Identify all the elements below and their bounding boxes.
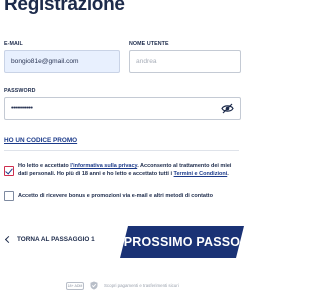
privacy-text-suffix: . [227,171,229,177]
privacy-consent-checkbox[interactable] [4,166,14,176]
marketing-consent-checkbox[interactable] [4,191,14,201]
password-value: ••••••••••• [11,105,33,112]
privacy-text-prefix: Ho letto e accettato [18,163,71,169]
promo-code-link[interactable]: HO UN CODICE PROMO [4,137,77,144]
privacy-policy-link[interactable]: l'informativa sulla privacy [70,163,137,169]
email-field[interactable]: bongio81e@gmail.com [4,50,120,73]
chevron-left-icon [4,235,13,244]
marketing-consent-text: Accetto di ricevere bonus e promozioni v… [18,193,213,199]
password-field[interactable]: ••••••••••• [4,97,241,120]
password-label: PASSWORD [4,88,36,94]
shield-icon [90,281,98,290]
back-to-step-1-link[interactable]: TORNA AL PASSAGGIO 1 [4,235,95,244]
security-text: Scopri pagamenti e trasferimenti sicuri [104,283,179,288]
age-badge: 18+ ADM [66,281,84,290]
back-label: TORNA AL PASSAGGIO 1 [17,236,95,243]
username-field[interactable]: andrea [129,50,241,73]
page-title: Registrazione [4,0,125,15]
eye-slash-icon[interactable] [221,103,234,114]
next-step-button[interactable]: PROSSIMO PASSO [120,226,244,258]
username-label: NOME UTENTE [129,41,169,47]
email-label: E-MAIL [4,41,23,47]
footer: 18+ ADM Scopri pagamenti e trasferimenti… [66,281,179,290]
terms-link[interactable]: Termini e Condizioni [174,171,228,177]
privacy-consent-text: Ho letto e accettato l'informativa sulla… [18,162,240,178]
divider [4,150,239,151]
